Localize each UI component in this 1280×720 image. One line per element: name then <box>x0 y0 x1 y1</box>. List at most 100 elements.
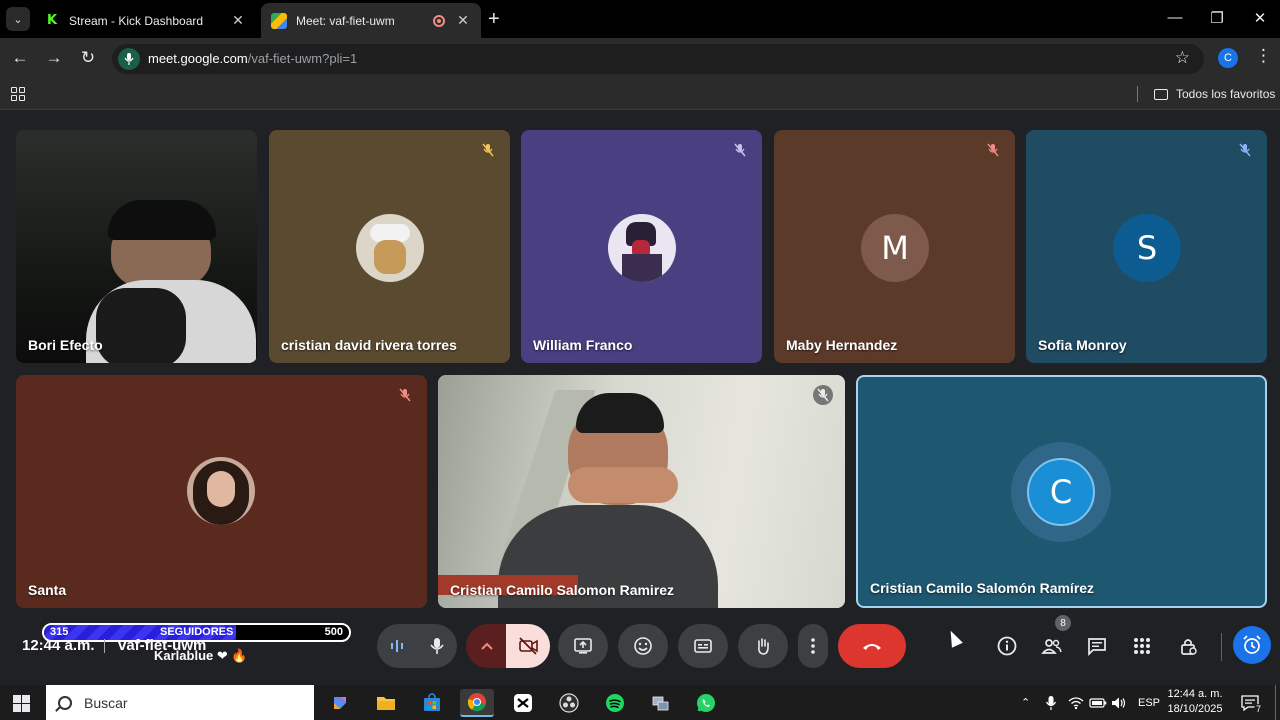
wifi-icon[interactable] <box>1068 685 1084 720</box>
microphone-button[interactable] <box>417 624 457 668</box>
present-screen-button[interactable] <box>558 624 608 668</box>
participant-tile[interactable]: M Maby Hernandez <box>774 130 1015 363</box>
camera-off-button[interactable] <box>506 624 550 668</box>
raise-hand-button[interactable] <box>738 624 788 668</box>
camera-options-button[interactable] <box>466 624 508 668</box>
participant-avatar <box>608 214 676 282</box>
tab-search-button[interactable]: ⌄ <box>6 7 30 31</box>
timer-alarm-icon[interactable] <box>1233 626 1271 664</box>
store-icon[interactable] <box>415 689 449 717</box>
activities-grid-icon[interactable] <box>1127 631 1157 661</box>
participant-tile[interactable]: S Sofia Monroy <box>1026 130 1267 363</box>
participant-tile[interactable]: Bori Efecto <box>16 130 257 363</box>
participant-name: Maby Hernandez <box>786 337 898 353</box>
controls-divider <box>1221 633 1222 661</box>
close-icon[interactable]: ✕ <box>230 12 246 29</box>
taskbar-search-box[interactable]: Buscar <box>46 685 314 720</box>
search-icon <box>58 695 72 710</box>
apps-grid-icon[interactable] <box>11 87 25 101</box>
participant-name: Cristian Camilo Salomón Ramírez <box>870 580 1095 596</box>
capcut-icon[interactable] <box>506 689 540 717</box>
volume-icon[interactable] <box>1111 685 1127 720</box>
taskbar-time: 12:44 a. m. <box>1167 688 1223 700</box>
meet-controls-bar: 315 SEGUIDORES 500 12:44 a.m. vaf-fiet-u… <box>0 615 1280 685</box>
copilot-icon[interactable] <box>323 689 357 717</box>
profile-avatar[interactable]: C <box>1218 48 1238 68</box>
participant-tile[interactable]: William Franco <box>521 130 762 363</box>
recording-icon <box>433 14 445 27</box>
show-desktop-button[interactable] <box>1275 685 1276 720</box>
notifications-icon[interactable]: 7 <box>1240 685 1269 720</box>
tray-expand-icon[interactable]: ⌃ <box>1021 685 1030 720</box>
obs-icon[interactable] <box>552 689 586 717</box>
participant-avatar: C <box>1027 458 1095 526</box>
tab-meet[interactable]: Meet: vaf-fiet-uwm ✕ <box>261 3 481 38</box>
muted-mic-icon <box>1235 140 1255 160</box>
people-count-badge: 8 <box>1055 615 1071 631</box>
back-button[interactable]: ← <box>9 48 31 68</box>
address-bar[interactable]: meet.google.com/vaf-fiet-uwm?pli=1 ☆ <box>112 44 1204 74</box>
more-options-button[interactable] <box>798 624 828 668</box>
muted-mic-icon <box>478 140 498 160</box>
meeting-info-button[interactable] <box>992 631 1022 661</box>
tab-strip: ⌄ K Stream - Kick Dashboard ✕ Meet: vaf-… <box>0 0 1280 38</box>
file-explorer-icon[interactable] <box>369 689 403 717</box>
url-text[interactable]: meet.google.com/vaf-fiet-uwm?pli=1 <box>148 51 357 66</box>
followers-goal: 500 <box>324 626 343 638</box>
participant-avatar: M <box>861 214 929 282</box>
participant-tile[interactable]: cristian david rivera torres <box>269 130 510 363</box>
participant-avatar: S <box>1113 214 1181 282</box>
leave-call-button[interactable] <box>838 624 906 668</box>
bookmarks-divider <box>1137 86 1138 102</box>
browser-menu-icon[interactable]: ⋮ <box>1255 46 1272 66</box>
muted-mic-icon <box>813 385 833 405</box>
emoji-reactions-button[interactable] <box>618 624 668 668</box>
chat-button[interactable] <box>1082 631 1112 661</box>
audio-settings-button[interactable] <box>377 624 417 668</box>
all-bookmarks-folder[interactable]: Todos los favoritos <box>1154 87 1275 101</box>
captions-button[interactable] <box>678 624 728 668</box>
microphone-icon[interactable] <box>118 48 140 70</box>
participant-name: Santa <box>28 582 67 598</box>
window-close-button[interactable]: ✕ <box>1245 9 1275 27</box>
bookmark-star-icon[interactable]: ☆ <box>1175 48 1190 68</box>
new-tab-button[interactable]: + <box>488 9 500 29</box>
tab-title: Meet: vaf-fiet-uwm <box>296 13 395 28</box>
taskbar-date: 18/10/2025 <box>1167 703 1223 715</box>
network-app-icon[interactable] <box>643 689 677 717</box>
participant-name: Bori Efecto <box>28 337 103 353</box>
language-indicator[interactable]: ESP <box>1138 685 1160 720</box>
participant-tile[interactable]: Cristian Camilo Salomon Ramirez <box>438 375 845 608</box>
spotify-icon[interactable] <box>598 689 632 717</box>
participant-avatar <box>356 214 424 282</box>
minimize-button[interactable]: — <box>1160 9 1190 26</box>
whatsapp-icon[interactable] <box>689 689 723 717</box>
participant-name: William Franco <box>533 337 633 353</box>
folder-icon <box>1154 88 1168 100</box>
close-icon[interactable]: ✕ <box>455 12 471 29</box>
chrome-icon[interactable] <box>460 689 494 717</box>
muted-mic-icon <box>983 140 1003 160</box>
bookmarks-bar: Todos los favoritos <box>0 80 1280 110</box>
tray-microphone-icon[interactable] <box>1045 685 1057 720</box>
participant-name: Cristian Camilo Salomon Ramirez <box>450 582 675 598</box>
meeting-time: 12:44 a.m. <box>22 637 95 654</box>
participant-avatar <box>187 457 255 525</box>
windows-taskbar: Buscar ⌃ ESP 12:44 a. m. 18/10/2025 7 <box>0 685 1280 720</box>
taskbar-clock[interactable]: 12:44 a. m. 18/10/2025 <box>1160 687 1230 717</box>
participant-tile[interactable]: Santa <box>16 375 427 608</box>
notification-count: 7 <box>1254 703 1264 714</box>
participant-tile-self[interactable]: C Cristian Camilo Salomón Ramírez <box>856 375 1267 608</box>
people-button[interactable] <box>1037 631 1067 661</box>
url-host: meet.google.com <box>148 51 248 66</box>
host-controls-lock-icon[interactable] <box>1173 631 1203 661</box>
battery-icon[interactable] <box>1089 685 1107 720</box>
participant-name: Sofia Monroy <box>1038 337 1127 353</box>
tab-kick-dashboard[interactable]: K Stream - Kick Dashboard ✕ <box>34 3 256 38</box>
maximize-button[interactable]: ❐ <box>1202 9 1232 27</box>
windows-start-icon[interactable] <box>13 695 30 712</box>
forward-button[interactable]: → <box>43 48 65 68</box>
reload-button[interactable]: ↻ <box>77 48 99 68</box>
participant-name: cristian david rivera torres <box>281 337 457 353</box>
muted-mic-icon <box>730 140 750 160</box>
